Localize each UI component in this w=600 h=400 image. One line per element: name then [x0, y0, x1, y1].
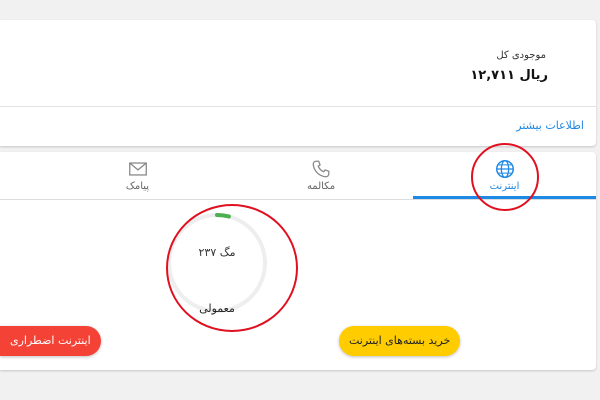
- divider: [0, 106, 596, 107]
- tab-internet-label: اینترنت: [489, 181, 520, 192]
- balance-label: موجودی کل: [496, 50, 546, 61]
- phone-icon: [312, 160, 330, 178]
- usage-amount: ۲۳۷ مگ: [198, 246, 236, 259]
- tab-sms-label: پیامک: [125, 181, 150, 192]
- emergency-internet-button[interactable]: اینترنت اضطراری: [0, 326, 101, 356]
- envelope-icon: [128, 162, 147, 176]
- tab-call[interactable]: مکالمه: [229, 152, 413, 198]
- usage-card: اینترنت مکالمه پیامک ۲۳۷ مگ معمولی خرید …: [0, 152, 596, 370]
- globe-icon: [495, 160, 514, 178]
- balance-card: موجودی کل ۱۲,۷۱۱ ریال اطلاعات بیشتر: [0, 20, 596, 146]
- usage-caption: معمولی: [199, 302, 235, 315]
- tab-sms[interactable]: پیامک: [46, 152, 229, 198]
- more-info-link[interactable]: اطلاعات بیشتر: [516, 119, 584, 132]
- tabs-border: [0, 199, 596, 200]
- tab-call-label: مکالمه: [306, 181, 336, 192]
- balance-value: ۱۲,۷۱۱ ریال: [470, 68, 548, 83]
- tab-internet[interactable]: اینترنت: [413, 152, 596, 198]
- buy-internet-packages-button[interactable]: خرید بسته‌های اینترنت: [339, 326, 461, 356]
